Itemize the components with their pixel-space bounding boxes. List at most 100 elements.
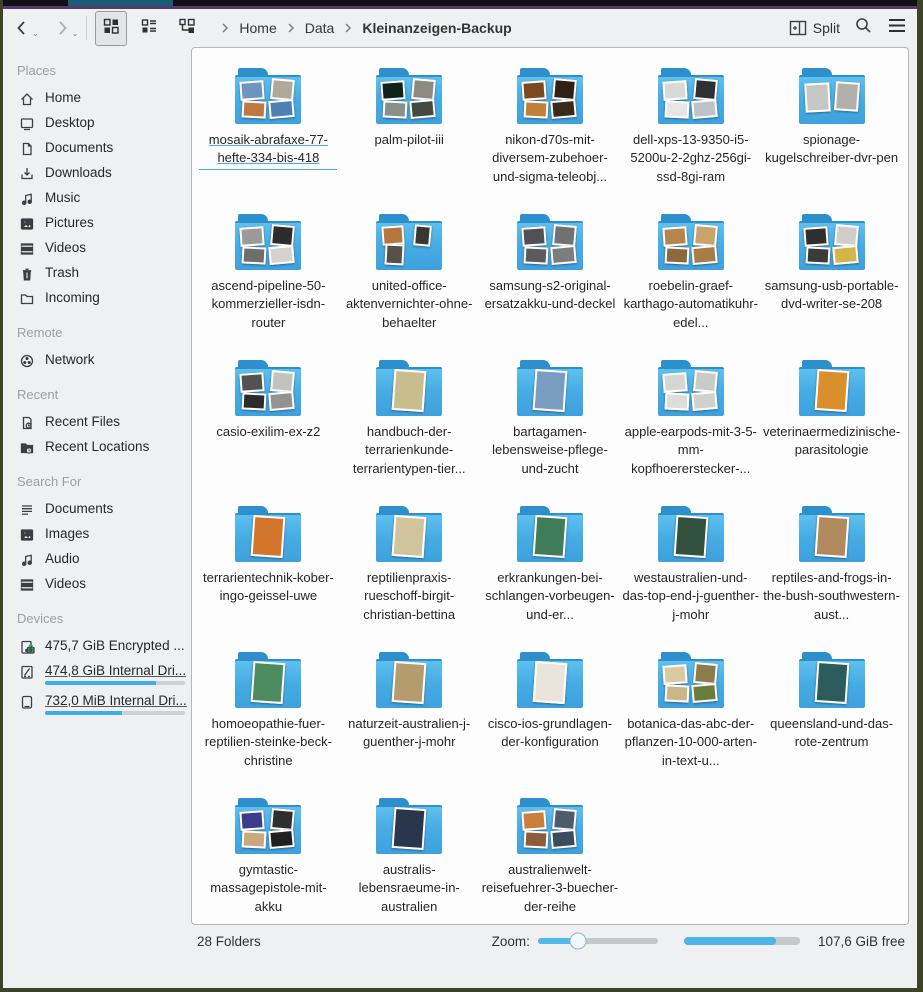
photo-thumbnail (550, 245, 576, 265)
photo-thumbnail (385, 244, 405, 266)
photo-thumbnail (834, 224, 859, 247)
sidebar-item-home[interactable]: Home (15, 86, 191, 111)
folder-icon (799, 214, 865, 270)
forward-history-caret[interactable]: ⌄ (72, 31, 79, 37)
sidebar-item-pictures[interactable]: Pictures (15, 211, 191, 236)
photo-thumbnail (805, 246, 830, 264)
folder-item[interactable]: erkrankungen-bei-schlangen-vorbeugen-und… (480, 504, 621, 650)
folder-item[interactable]: cisco-ios-grundlagen-der-konfiguration (480, 650, 621, 796)
split-button[interactable]: Split (789, 20, 840, 36)
folder-item[interactable]: australis-lebensraeume-in-australien (339, 796, 480, 925)
folder-item[interactable]: naturzeit-australien-j-guenther-j-mohr (339, 650, 480, 796)
details-view-button[interactable] (133, 11, 165, 46)
folder-name: westaustralien-und-das-top-end-j-guenthe… (622, 569, 760, 624)
folder-item[interactable]: casio-exilim-ex-z2 (198, 358, 339, 504)
icons-view-button[interactable] (95, 11, 127, 46)
sidebar-item-videos[interactable]: Videos (15, 572, 191, 597)
sidebar-item-label: Downloads (45, 165, 112, 180)
photo-thumbnail (693, 78, 718, 101)
folder-icon (235, 506, 301, 562)
folder-icon (517, 360, 583, 416)
sidebar-item-network[interactable]: Network (15, 348, 191, 373)
music-icon (19, 552, 35, 568)
photo-thumbnail (533, 369, 568, 412)
tree-view-button[interactable] (171, 11, 203, 46)
zoom-slider-handle[interactable] (569, 933, 586, 950)
folder-item[interactable]: westaustralien-und-das-top-end-j-guenthe… (620, 504, 761, 650)
photo-thumbnail (240, 810, 265, 831)
sidebar-item-incoming[interactable]: Incoming (15, 286, 191, 311)
back-button[interactable]: ⌄ (11, 16, 41, 40)
zoom-slider[interactable] (538, 938, 658, 944)
folder-icon (517, 506, 583, 562)
folder-item[interactable]: reptilienpraxis-rueschoff-birgit-christi… (339, 504, 480, 650)
folder-icon (376, 360, 442, 416)
sidebar-item-732-0-mib-internal-dri[interactable]: 732,0 MiB Internal Dri... (15, 689, 191, 719)
breadcrumb-item[interactable]: Kleinanzeigen-Backup (358, 18, 515, 38)
folder-item[interactable]: united-office-aktenvernichter-ohne-behae… (339, 212, 480, 358)
sidebar-item-label: 474,8 GiB Internal Dri... (45, 663, 186, 678)
folder-item[interactable]: apple-earpods-mit-3-5-mm-kopfhoerersteck… (620, 358, 761, 504)
folder-item[interactable]: mosaik-abrafaxe-77-hefte-334-bis-418 (198, 66, 339, 212)
photo-thumbnail (664, 684, 689, 702)
folder-item[interactable]: queensland-und-das-rote-zentrum (761, 650, 902, 796)
folder-item[interactable]: palm-pilot-iii (339, 66, 480, 212)
breadcrumb-chevron-icon (217, 20, 233, 36)
sidebar-item-documents[interactable]: Documents (15, 497, 191, 522)
photo-thumbnail (251, 515, 286, 558)
folder-icon (376, 652, 442, 708)
folder-item[interactable]: samsung-usb-portable-dvd-writer-se-208 (761, 212, 902, 358)
folder-item[interactable]: homoeopathie-fuer-reptilien-steinke-beck… (198, 650, 339, 796)
folder-item[interactable]: bartagamen-lebensweise-pflege-und-zucht (480, 358, 621, 504)
folder-icon (658, 360, 724, 416)
folder-item[interactable]: roebelin-graef-karthago-automatikuhr-ede… (620, 212, 761, 358)
folder-item[interactable]: dell-xps-13-9350-i5-5200u-2-2ghz-256gi-s… (620, 66, 761, 212)
photo-thumbnail (524, 830, 549, 848)
folder-item[interactable]: reptiles-and-frogs-in-the-bush-southwest… (761, 504, 902, 650)
photo-thumbnail (814, 515, 849, 558)
search-button[interactable] (854, 16, 873, 40)
breadcrumb-item[interactable]: Home (235, 18, 280, 38)
pictures-icon (19, 216, 35, 232)
sidebar-item-images[interactable]: Images (15, 522, 191, 547)
photo-thumbnail (673, 515, 708, 558)
sidebar-item-trash[interactable]: Trash (15, 261, 191, 286)
sidebar-item-recent-files[interactable]: Recent Files (15, 410, 191, 435)
folder-item[interactable]: ascend-pipeline-50-kommerzieller-isdn-ro… (198, 212, 339, 358)
folder-item[interactable]: samsung-s2-original-ersatzakku-und-decke… (480, 212, 621, 358)
folder-item[interactable]: botanica-das-abc-der-pflanzen-10-000-art… (620, 650, 761, 796)
breadcrumb-item[interactable]: Data (301, 18, 339, 38)
sidebar-item-474-8-gib-internal-dri[interactable]: 474,8 GiB Internal Dri... (15, 659, 191, 689)
folder-item[interactable]: gymtastic-massagepistole-mit-akku (198, 796, 339, 925)
folder-name: apple-earpods-mit-3-5-mm-kopfhoerersteck… (622, 423, 760, 478)
sidebar-item-475-7-gib-encrypted[interactable]: 475,7 GiB Encrypted ... (15, 634, 191, 659)
back-history-caret[interactable]: ⌄ (32, 31, 39, 37)
hamburger-menu-button[interactable] (887, 17, 907, 39)
photo-thumbnail (552, 78, 577, 101)
sidebar-item-downloads[interactable]: Downloads (15, 161, 191, 186)
sidebar-item-music[interactable]: Music (15, 186, 191, 211)
photo-thumbnail (521, 810, 546, 831)
breadcrumb: Home Data Kleinanzeigen-Backup (215, 18, 788, 38)
sidebar-item-audio[interactable]: Audio (15, 547, 191, 572)
folder-name: bartagamen-lebensweise-pflege-und-zucht (481, 423, 619, 478)
forward-button[interactable]: ⌄ (51, 16, 81, 40)
sidebar-item-documents[interactable]: Documents (15, 136, 191, 161)
zoom-label: Zoom: (492, 934, 530, 949)
folder-item[interactable]: veterinaermedizinische-parasitologie (761, 358, 902, 504)
sidebar-item-videos[interactable]: Videos (15, 236, 191, 261)
folder-icon (799, 360, 865, 416)
folder-item[interactable]: terrarientechnik-kober-ingo-geissel-uwe (198, 504, 339, 650)
sidebar-item-recent-locations[interactable]: Recent Locations (15, 435, 191, 460)
folder-item[interactable]: handbuch-der-terrarienkunde-terrarientyp… (339, 358, 480, 504)
folder-item[interactable]: australienwelt-reisefuehrer-3-buecher-de… (480, 796, 621, 925)
folder-item[interactable]: nikon-d70s-mit-diversem-zubehoer-und-sig… (480, 66, 621, 212)
folder-name: spionage-kugelschreiber-dvr-pen (763, 131, 901, 168)
trash-icon (19, 266, 35, 282)
free-space-label: 107,6 GiB free (818, 934, 905, 949)
folder-name: dell-xps-13-9350-i5-5200u-2-2ghz-256gi-s… (622, 131, 760, 186)
folder-item[interactable]: spionage-kugelschreiber-dvr-pen (761, 66, 902, 212)
sidebar-item-desktop[interactable]: Desktop (15, 111, 191, 136)
photo-thumbnail (413, 224, 432, 246)
folder-view[interactable]: mosaik-abrafaxe-77-hefte-334-bis-418palm… (191, 47, 909, 925)
